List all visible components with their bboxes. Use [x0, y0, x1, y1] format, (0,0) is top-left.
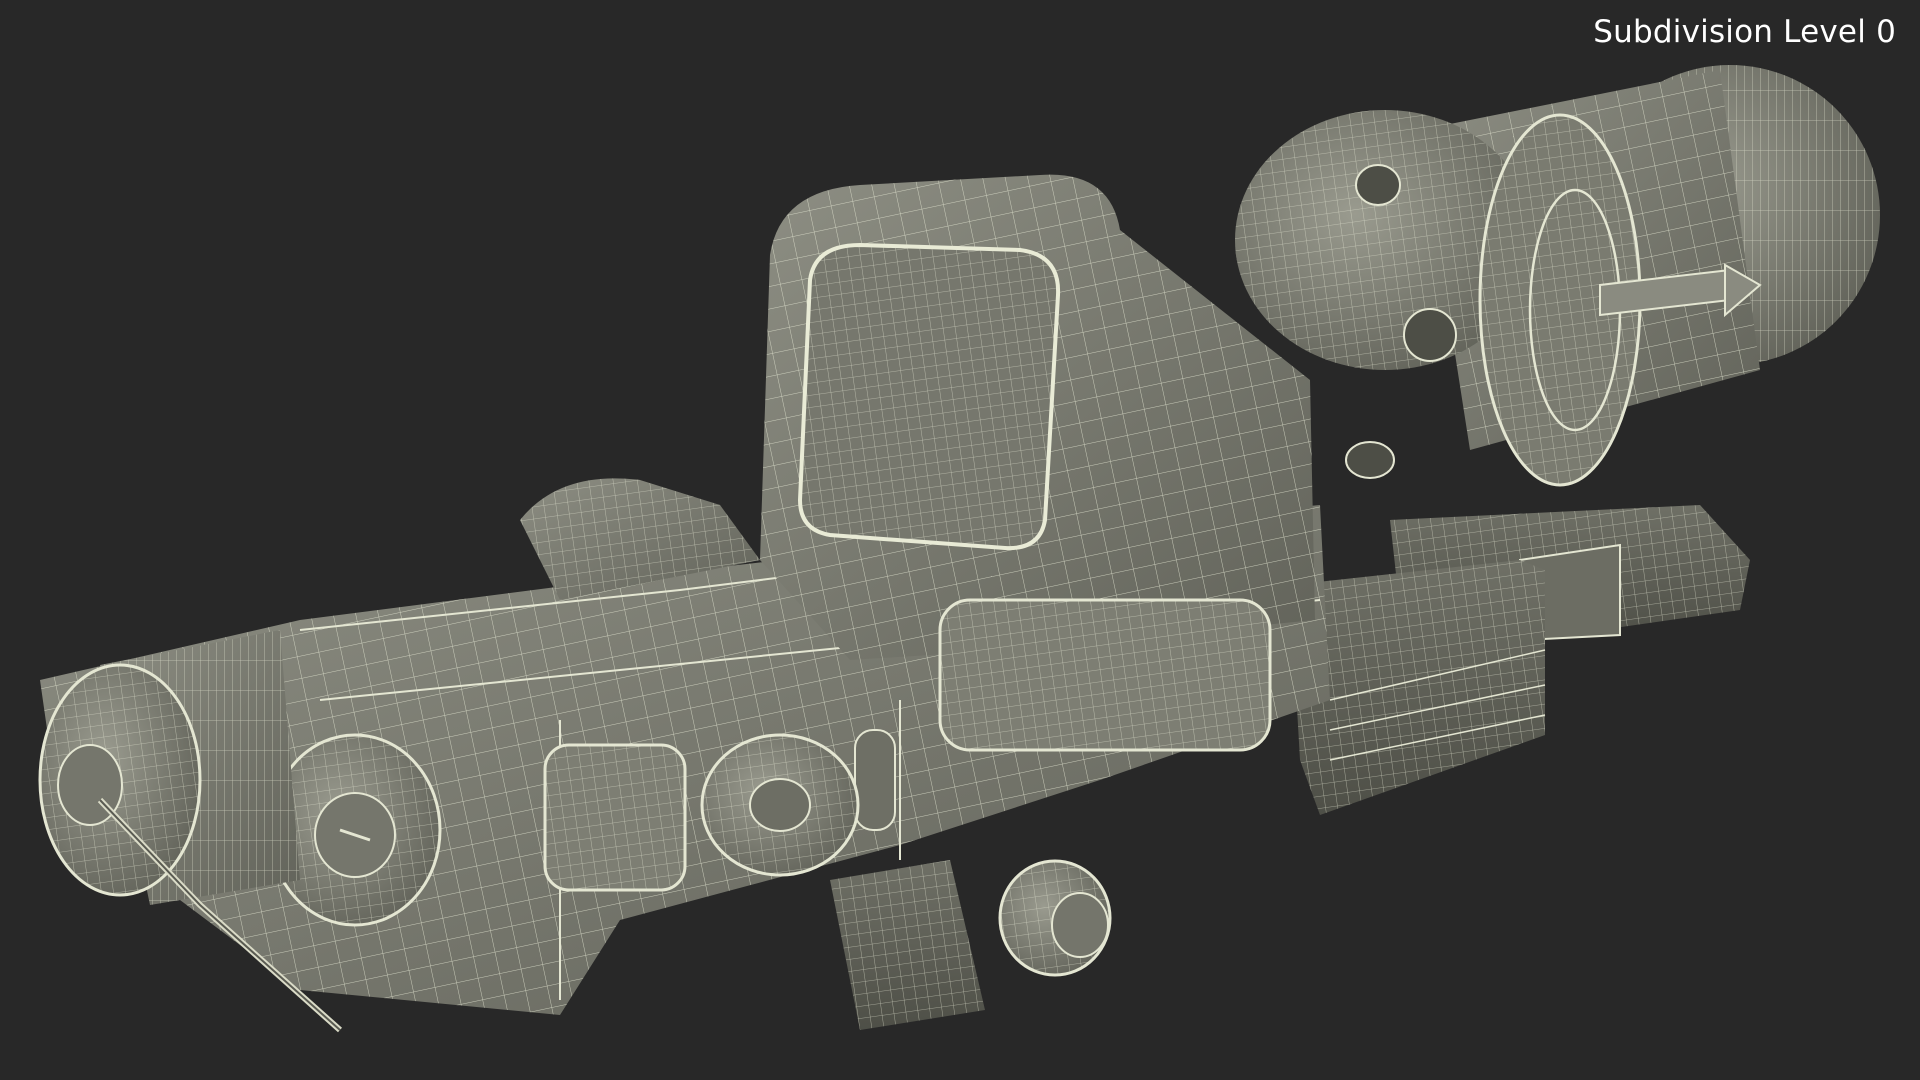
- wireframe-model: [38, 65, 1880, 1033]
- 3d-viewport[interactable]: Subdivision Level 0: [0, 0, 1920, 1080]
- subdivision-level-label: Subdivision Level 0: [1593, 14, 1896, 50]
- brightness-dial: [700, 733, 860, 877]
- magnifier-tube: [1235, 65, 1880, 487]
- adjustment-knob: [830, 859, 1112, 1030]
